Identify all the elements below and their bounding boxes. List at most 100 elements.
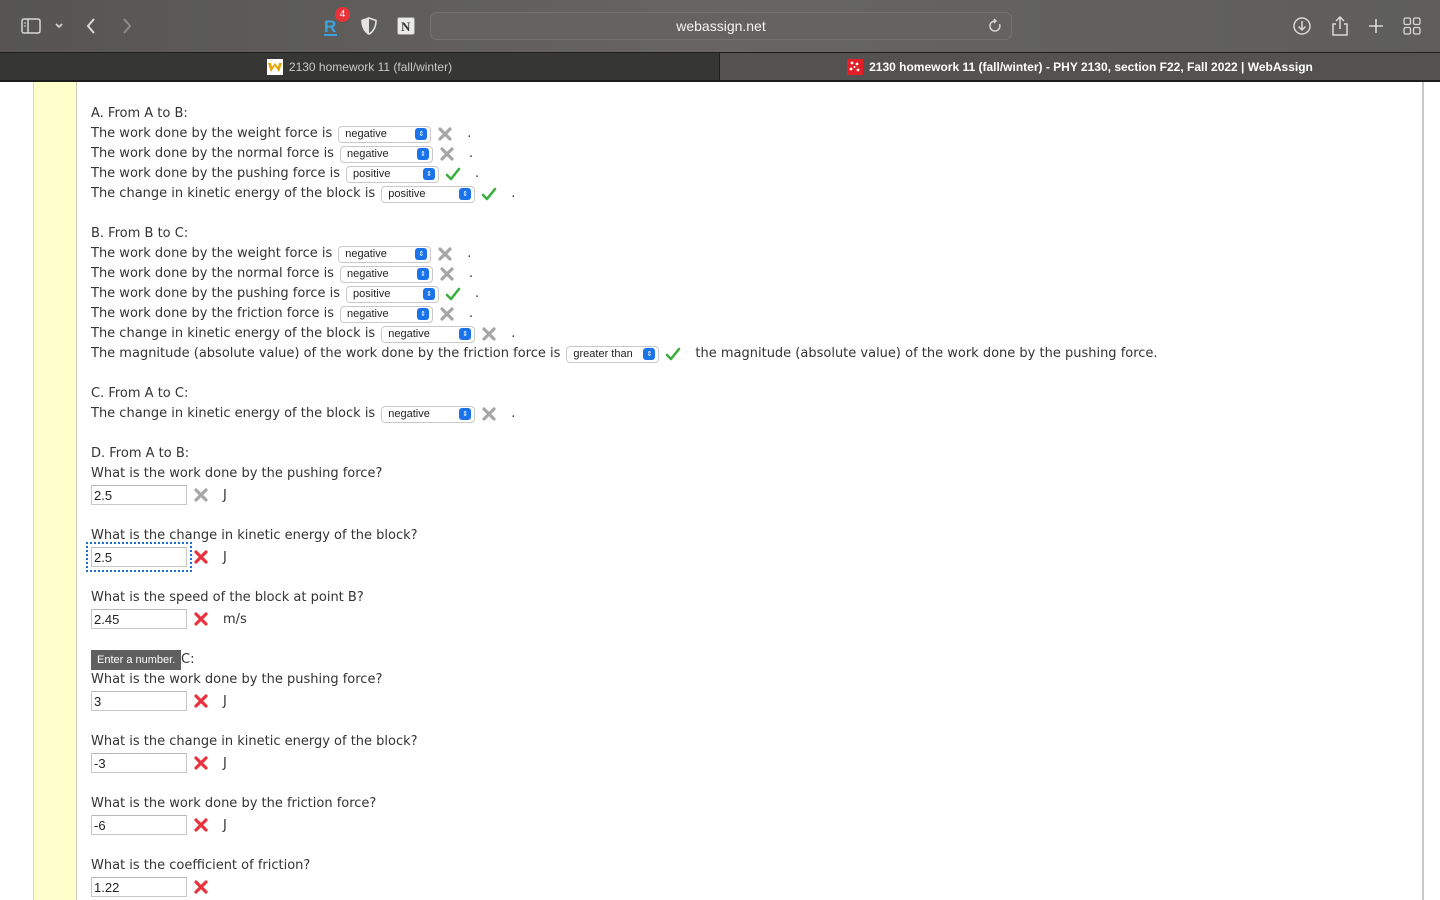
answer-row: The work done by the pushing force is po…: [91, 165, 480, 183]
chevron-down-icon[interactable]: [52, 14, 66, 38]
question-prompt: What is the change in kinetic energy of …: [91, 734, 418, 749]
numeric-answer-row: J: [91, 815, 1411, 835]
answer-select[interactable]: negative ⇕: [340, 305, 433, 323]
incorrect-icon: [193, 487, 209, 503]
select-arrows-icon: ⇕: [416, 148, 429, 160]
tab-homework-inactive[interactable]: 2130 homework 11 (fall/winter): [0, 53, 719, 81]
answer-row: The work done by the normal force is neg…: [91, 145, 474, 163]
new-tab-icon[interactable]: [1366, 14, 1386, 38]
section-heading: B. From B to C:: [91, 226, 189, 241]
select-arrows-icon: ⇕: [423, 168, 436, 180]
extension-r-icon[interactable]: R 4: [320, 7, 350, 38]
reload-icon[interactable]: [985, 16, 1005, 36]
numeric-answer-row: [91, 877, 1411, 897]
unit-label: J: [223, 549, 227, 565]
question-prompt: What is the work done by the pushing for…: [91, 672, 383, 687]
select-arrows-icon: ⇕: [417, 308, 429, 320]
answer-select[interactable]: positive ⇕: [346, 165, 440, 183]
comparison-select[interactable]: greater than ⇕: [566, 345, 660, 363]
numeric-answer-input[interactable]: [91, 691, 187, 711]
incorrect-icon: [439, 146, 455, 162]
svg-text:R: R: [324, 17, 336, 36]
tab-homework-active[interactable]: 2130 homework 11 (fall/winter) - PHY 213…: [719, 53, 1440, 81]
notion-icon[interactable]: N: [396, 14, 416, 38]
unit-label: J: [223, 817, 227, 833]
select-arrows-icon: ⇕: [416, 268, 429, 280]
select-arrows-icon: ⇕: [459, 408, 472, 420]
question-prompt: What is the speed of the block at point …: [91, 590, 364, 605]
numeric-answer-row: J: [91, 691, 1411, 711]
numeric-answer-input[interactable]: [91, 609, 187, 629]
question-prompt: What is the work done by the friction fo…: [91, 796, 377, 811]
answer-row: The change in kinetic energy of the bloc…: [91, 185, 516, 203]
tab-overview-icon[interactable]: [1402, 14, 1422, 38]
numeric-answer-row: m/s: [91, 609, 1411, 629]
numeric-answer-input[interactable]: [91, 877, 187, 897]
answer-select[interactable]: negative ⇕: [338, 125, 432, 143]
question-margin-column: [33, 82, 77, 900]
section-heading: C: Enter a number.: [91, 650, 1411, 670]
numeric-answer-input[interactable]: [91, 485, 187, 505]
correct-check-icon: [665, 346, 681, 362]
downloads-icon[interactable]: [1292, 14, 1312, 38]
answer-row: The work done by the friction force is n…: [91, 305, 474, 323]
select-arrows-icon: ⇕: [643, 348, 656, 360]
incorrect-icon: [439, 306, 455, 322]
section-heading: D. From A to B:: [91, 446, 190, 461]
numeric-answer-input[interactable]: [91, 753, 187, 773]
section-heading: A. From A to B:: [91, 106, 188, 121]
focus-ring: [86, 542, 192, 572]
wayne-state-favicon-icon: [266, 59, 283, 75]
section-heading: C. From A to C:: [91, 386, 189, 401]
numeric-answer-input[interactable]: [91, 815, 187, 835]
question-prompt: What is the change in kinetic energy of …: [91, 528, 418, 543]
webassign-favicon-icon: [847, 59, 864, 75]
unit-label: J: [223, 755, 227, 771]
answer-select[interactable]: negative ⇕: [338, 245, 432, 263]
select-arrows-icon: ⇕: [423, 288, 436, 300]
incorrect-icon: [193, 879, 209, 895]
privacy-shield-icon[interactable]: [360, 14, 378, 38]
answer-select[interactable]: positive ⇕: [346, 285, 440, 303]
webassign-page: A. From A to B: The work done by the wei…: [0, 82, 1440, 900]
question-content: A. From A to B: The work done by the wei…: [86, 104, 1411, 898]
tab-bar: 2130 homework 11 (fall/winter) 2130 home…: [0, 52, 1440, 81]
forward-icon[interactable]: [118, 14, 136, 38]
unit-label: m/s: [223, 611, 247, 627]
sidebar-toggle-icon[interactable]: [20, 14, 42, 38]
content-right-border: [1422, 82, 1424, 900]
address-bar[interactable]: webassign.net: [430, 12, 1012, 40]
numeric-answer-input-focused[interactable]: [91, 547, 187, 567]
extension-badge: 4: [335, 7, 350, 22]
incorrect-icon: [437, 246, 453, 262]
answer-select[interactable]: negative ⇕: [381, 325, 476, 343]
incorrect-icon: [193, 755, 209, 771]
incorrect-icon: [481, 326, 497, 342]
incorrect-icon: [193, 817, 209, 833]
question-prompt: What is the coefficient of friction?: [91, 858, 311, 873]
back-icon[interactable]: [82, 14, 100, 38]
unit-label: J: [223, 693, 227, 709]
share-icon[interactable]: [1330, 14, 1350, 38]
answer-select[interactable]: positive ⇕: [381, 185, 476, 203]
url-text: webassign.net: [676, 18, 766, 34]
correct-check-icon: [445, 166, 461, 182]
tab-label: 2130 homework 11 (fall/winter): [288, 60, 453, 74]
answer-row: The change in kinetic energy of the bloc…: [91, 325, 516, 343]
answer-select[interactable]: negative ⇕: [339, 145, 433, 163]
answer-select[interactable]: negative ⇕: [381, 405, 476, 423]
svg-text:N: N: [401, 19, 411, 34]
numeric-answer-row: J: [91, 485, 1411, 505]
answer-row: The work done by the normal force is neg…: [91, 265, 474, 283]
answer-row: The change in kinetic energy of the bloc…: [91, 405, 516, 423]
select-arrows-icon: ⇕: [459, 328, 472, 340]
numeric-answer-row: J: [91, 753, 1411, 773]
incorrect-icon: [439, 266, 455, 282]
validation-tooltip: Enter a number.: [91, 650, 182, 670]
answer-row: The work done by the weight force is neg…: [91, 245, 472, 263]
answer-select[interactable]: negative ⇕: [339, 265, 433, 283]
correct-check-icon: [445, 286, 461, 302]
select-arrows-icon: ⇕: [415, 248, 428, 260]
incorrect-icon: [193, 693, 209, 709]
answer-row: The magnitude (absolute value) of the wo…: [91, 345, 1158, 363]
